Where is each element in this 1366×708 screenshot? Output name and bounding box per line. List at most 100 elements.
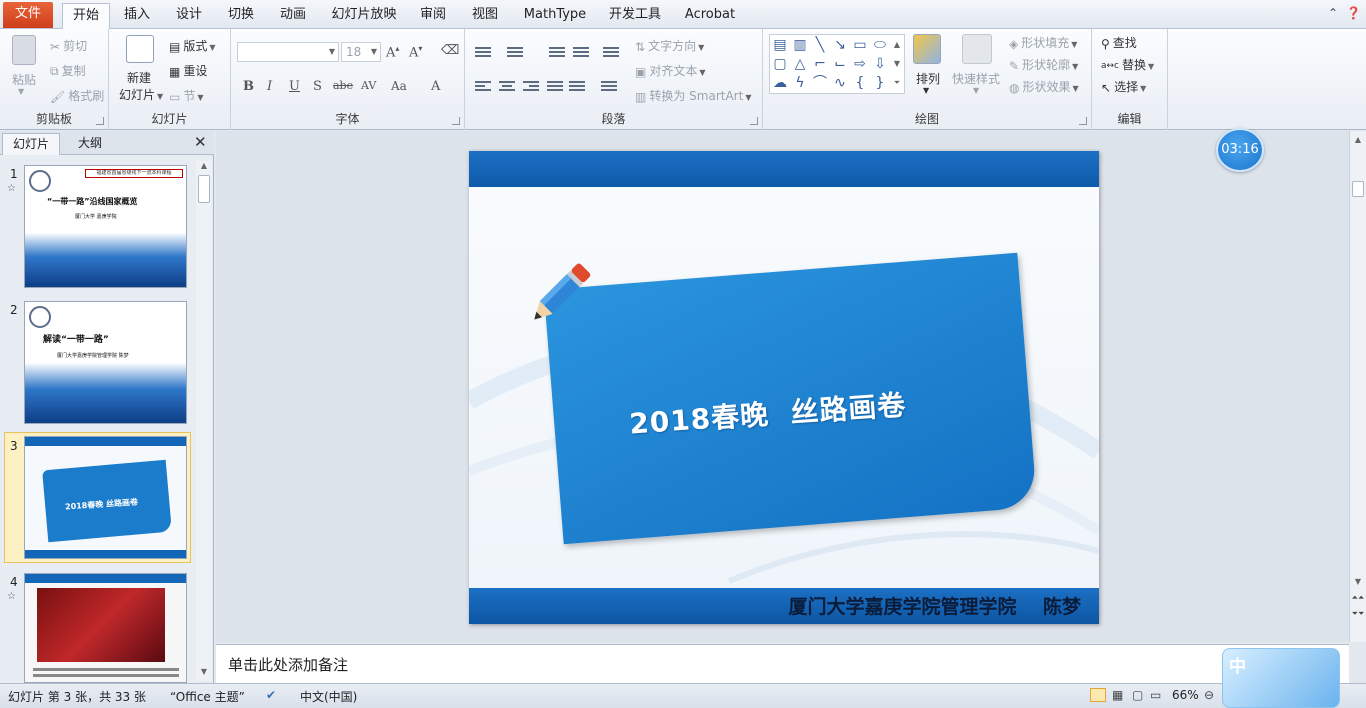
copy-button[interactable]: ⧉ 复制 (50, 62, 86, 79)
notes-pane[interactable]: 单击此处添加备注 (216, 644, 1349, 683)
arc-shape-icon[interactable]: ⌒ (812, 75, 828, 91)
bullets-icon[interactable] (475, 47, 491, 59)
new-slide-dropdown[interactable]: 幻灯片 ▼ (119, 86, 163, 103)
paste-dropdown-icon[interactable]: ▼ (18, 87, 24, 96)
left-brace-shape-icon[interactable]: { (852, 75, 868, 91)
tab-file[interactable]: 文件 (3, 2, 53, 28)
language-indicator[interactable]: 中文(中国) (300, 688, 357, 705)
line-spacing-icon[interactable] (603, 47, 619, 59)
scroll-down-icon[interactable]: ▼ (1351, 577, 1365, 586)
justify-icon[interactable] (547, 81, 563, 93)
zoom-level[interactable]: 66% (1172, 688, 1199, 702)
tab-developer[interactable]: 开发工具 (604, 3, 666, 29)
paragraph-launcher-icon[interactable] (750, 117, 758, 125)
change-case-button[interactable]: Aa (391, 79, 407, 93)
tab-transitions[interactable]: 切换 (222, 3, 260, 29)
gallery-down-icon[interactable]: ▼ (891, 56, 903, 72)
rounded-rect-shape-icon[interactable]: ▢ (772, 56, 788, 72)
tab-insert[interactable]: 插入 (118, 3, 156, 29)
shapes-gallery[interactable]: ▤ ▥ ╲ ↘ ▭ ⬭ ▢ △ ⌐ ⌙ ⇨ ⇩ ☁ ϟ ⌒ ∿ { } ▲ ▼ … (769, 34, 905, 94)
tab-home[interactable]: 开始 (62, 3, 110, 30)
scroll-up-icon[interactable]: ▲ (1351, 135, 1365, 144)
elbow-connector-shape-icon[interactable]: ⌐ (812, 56, 828, 72)
clear-format-icon[interactable]: ⌫ (441, 43, 459, 58)
section-button[interactable]: ▭ 节 ▼ (169, 87, 204, 104)
tab-mathtype[interactable]: MathType (518, 3, 592, 29)
clipboard-launcher-icon[interactable] (96, 117, 104, 125)
lightning-shape-icon[interactable]: ϟ (792, 75, 808, 91)
arrow-line-shape-icon[interactable]: ↘ (832, 37, 848, 53)
new-slide-button[interactable]: 新建 (127, 69, 151, 86)
reading-view-icon[interactable]: ▢ (1132, 688, 1143, 702)
numbering-icon[interactable] (507, 47, 523, 59)
scroll-down-icon[interactable]: ▼ (196, 667, 212, 681)
grow-font-button[interactable]: A▴ (386, 44, 399, 60)
slide-footer-text[interactable]: 厦门大学嘉庚学院管理学院 陈梦 (789, 592, 1081, 619)
textbox-shape-icon[interactable]: ▤ (772, 37, 788, 53)
select-button[interactable]: ↖ 选择 ▼ (1101, 78, 1146, 95)
right-arrow-shape-icon[interactable]: ⇨ (852, 56, 868, 72)
font-name-field[interactable]: ▼ (237, 42, 339, 62)
slide-thumbnail-2[interactable]: 解读“一带一路” 厦门大学嘉庚学院管理学院 陈梦 (24, 301, 187, 424)
tab-animations[interactable]: 动画 (274, 3, 312, 29)
font-size-field[interactable]: 18 ▼ (341, 42, 381, 62)
quick-styles-button[interactable]: 快速样式 (952, 70, 1000, 87)
oval-shape-icon[interactable]: ⬭ (872, 37, 888, 53)
zoom-out-icon[interactable]: ⊖ (1204, 688, 1214, 702)
next-slide-icon[interactable]: ⏷⏷ (1351, 609, 1365, 619)
underline-button[interactable]: U (289, 79, 300, 94)
distributed-icon[interactable] (569, 81, 585, 93)
shape-outline-button[interactable]: ✎ 形状轮廓 ▼ (1009, 56, 1078, 73)
gallery-more-icon[interactable]: ⏷ (891, 75, 903, 91)
align-right-icon[interactable] (523, 81, 539, 93)
columns-icon[interactable] (601, 81, 617, 93)
decrease-indent-icon[interactable] (549, 47, 565, 59)
slide-scrollbar[interactable]: ▲ ▼ ⏶⏶ ⏷⏷ (1349, 131, 1366, 642)
close-pane-icon[interactable]: ✕ (194, 133, 207, 151)
reset-button[interactable]: ▦ 重设 (169, 62, 207, 79)
timer-badge[interactable]: 03:16 (1216, 128, 1264, 172)
font-color-button[interactable]: A (431, 79, 440, 94)
tab-slides[interactable]: 幻灯片 (2, 133, 60, 155)
notes-placeholder[interactable]: 单击此处添加备注 (228, 654, 348, 675)
slides-pane-scrollbar[interactable]: ▲ ▼ (196, 161, 212, 681)
slide-thumbnail-1[interactable]: 福建省首届省级线下一流本科课程 “一带一路”沿线国家概览 厦门大学 嘉庚学院 (24, 165, 187, 288)
shape-effects-button[interactable]: ◍ 形状效果 ▼ (1009, 78, 1079, 95)
slide-thumbnail-4[interactable] (24, 573, 187, 683)
tab-slideshow[interactable]: 幻灯片放映 (326, 3, 402, 29)
align-text-button[interactable]: ▣ 对齐文本 ▼ (635, 62, 706, 79)
triangle-shape-icon[interactable]: △ (792, 56, 808, 72)
increase-indent-icon[interactable] (573, 47, 589, 59)
find-button[interactable]: ⚲ 查找 (1101, 34, 1137, 51)
align-left-icon[interactable] (475, 81, 491, 93)
rectangle-shape-icon[interactable]: ▭ (852, 37, 868, 53)
layout-button[interactable]: ▤ 版式 ▼ (169, 37, 216, 54)
font-launcher-icon[interactable] (452, 117, 460, 125)
spellcheck-icon[interactable]: ✔ (266, 688, 276, 702)
shadow-button[interactable]: S (313, 79, 322, 94)
theme-name[interactable]: “Office 主题” (170, 688, 245, 705)
shrink-font-button[interactable]: A▾ (409, 44, 422, 60)
scroll-thumb[interactable] (198, 175, 210, 203)
cut-button[interactable]: ✂ 剪切 (50, 37, 87, 54)
char-spacing-button[interactable]: AV (361, 79, 376, 92)
smartart-button[interactable]: ▥ 转换为 SmartArt ▼ (635, 87, 751, 104)
tab-design[interactable]: 设计 (170, 3, 208, 29)
minimize-ribbon-icon[interactable]: ⌃ (1328, 6, 1338, 20)
previous-slide-icon[interactable]: ⏶⏶ (1351, 593, 1365, 603)
shape-fill-button[interactable]: ◈ 形状填充 ▼ (1009, 34, 1077, 51)
tab-acrobat[interactable]: Acrobat (680, 3, 740, 29)
elbow-arrow-shape-icon[interactable]: ⌙ (832, 56, 848, 72)
arrange-button[interactable]: 排列 (916, 70, 940, 87)
format-painter-button[interactable]: 🖌 格式刷 (50, 87, 104, 104)
strikethrough-button[interactable]: abe (333, 79, 353, 92)
curve-shape-icon[interactable]: ∿ (832, 75, 848, 91)
vertical-textbox-shape-icon[interactable]: ▥ (792, 37, 808, 53)
scroll-up-icon[interactable]: ▲ (196, 161, 212, 175)
cloud-shape-icon[interactable]: ☁ (772, 75, 788, 91)
text-direction-button[interactable]: ⇅ 文字方向 ▼ (635, 37, 704, 54)
right-brace-shape-icon[interactable]: } (872, 75, 888, 91)
tab-view[interactable]: 视图 (466, 3, 504, 29)
paste-button[interactable]: 粘贴 (12, 71, 36, 88)
slideshow-view-icon[interactable]: ▭ (1150, 688, 1161, 702)
